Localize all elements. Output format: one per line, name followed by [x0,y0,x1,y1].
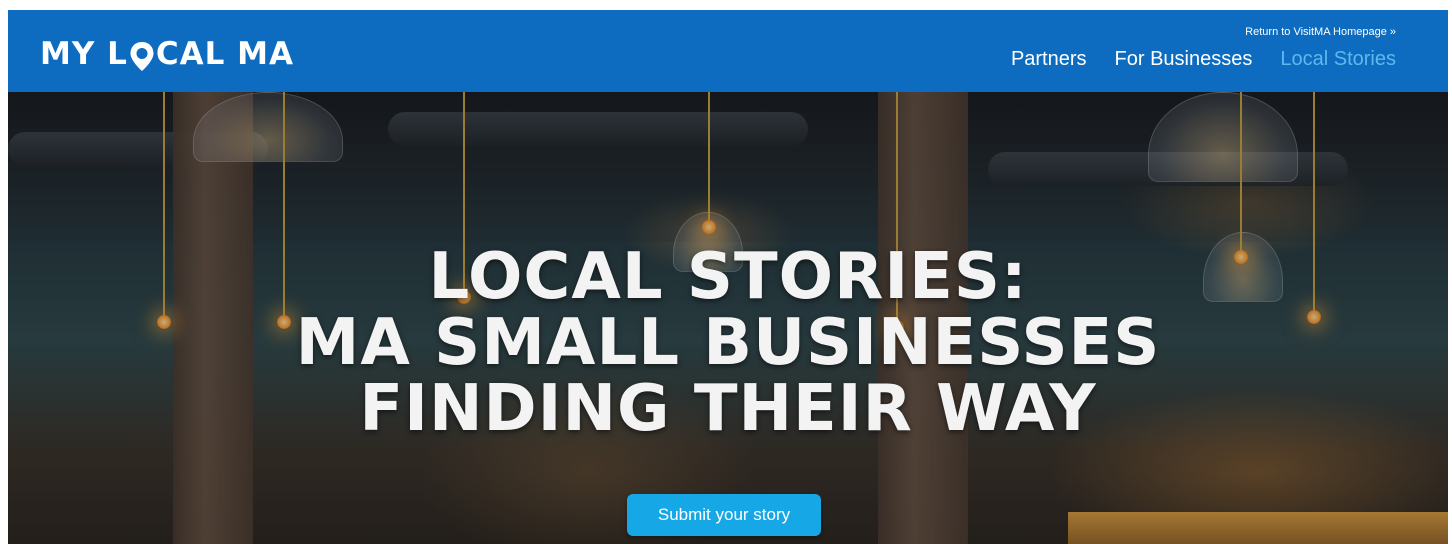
submit-story-button[interactable]: Submit your story [627,494,821,536]
logo-text-left: MY L [40,36,128,72]
hero-headline-line-2: MA SMALL BUSINESSES [295,306,1161,380]
page-frame: MY L CAL MA Return to VisitMA Homepage »… [8,10,1448,544]
return-to-visitma-link[interactable]: Return to VisitMA Homepage » [1245,26,1396,38]
nav-item-partners[interactable]: Partners [1011,48,1087,71]
nav-item-for-businesses[interactable]: For Businesses [1115,48,1253,71]
main-nav: Partners For Businesses Local Stories [1011,48,1396,71]
site-header: MY L CAL MA Return to VisitMA Homepage »… [8,10,1448,92]
hero-banner: LOCAL STORIES: MA SMALL BUSINESSES FINDI… [8,92,1448,544]
map-pin-icon [129,39,155,71]
hero-headline-line-1: LOCAL STORIES: [428,240,1028,314]
hero-headline: LOCAL STORIES: MA SMALL BUSINESSES FINDI… [8,244,1448,442]
logo-text-right: CAL MA [155,36,294,72]
hero-headline-line-3: FINDING THEIR WAY [359,372,1097,446]
site-logo[interactable]: MY L CAL MA [40,36,294,72]
nav-item-local-stories[interactable]: Local Stories [1280,48,1396,71]
